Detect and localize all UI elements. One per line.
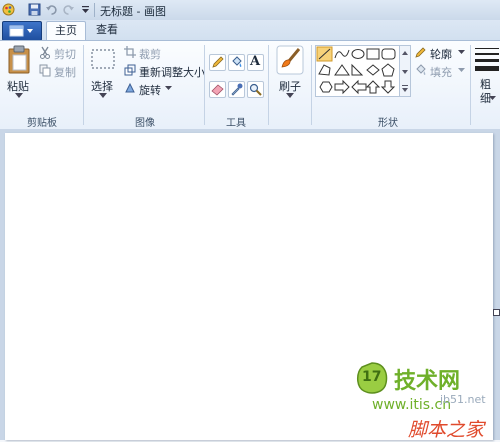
text-button[interactable]: A <box>247 54 264 71</box>
shapes-scroll-arrows-icon <box>402 51 408 92</box>
shapes-gallery <box>315 45 401 97</box>
group-separator <box>268 45 269 125</box>
watermark-partial-text: jb51.net <box>440 393 486 406</box>
titlebar-separator <box>94 3 95 17</box>
fill-label: 填充 <box>430 66 452 79</box>
magnifier-button[interactable] <box>247 81 264 98</box>
app-menu-icon <box>9 25 33 37</box>
ribbon-tab-strip: 主页 查看 <box>0 20 500 41</box>
brushes-label: 刷子 <box>279 80 301 93</box>
brushes-dropdown-arrow-icon <box>286 93 294 98</box>
outline-dropdown-arrow-icon <box>458 50 465 54</box>
fill-dropdown-arrow-icon <box>458 68 465 72</box>
pencil-icon <box>212 56 224 68</box>
undo-icon[interactable] <box>45 3 58 16</box>
customize-quick-access-dropdown-icon[interactable] <box>79 3 92 16</box>
magnifier-icon <box>249 83 262 96</box>
outline-button[interactable]: 轮廓 <box>414 46 466 61</box>
crop-label: 裁剪 <box>139 48 161 61</box>
select-label: 选择 <box>91 80 113 93</box>
eraser-icon <box>211 84 224 96</box>
size-button[interactable]: 粗 细 <box>474 45 500 107</box>
eraser-button[interactable] <box>209 81 226 98</box>
crop-icon <box>124 46 136 58</box>
tab-view[interactable]: 查看 <box>88 21 126 39</box>
select-rectangle-icon <box>91 49 115 69</box>
rotate-icon <box>125 82 135 93</box>
group-separator <box>311 45 312 125</box>
canvas-resize-handle[interactable] <box>493 309 500 316</box>
group-separator <box>83 45 84 125</box>
select-button[interactable]: 选择 <box>88 45 118 103</box>
watermark: 17 技术网 www.itis.cn jb51.net 脚本之家 <box>350 355 500 441</box>
paint-bucket-icon <box>232 56 242 67</box>
redo-icon[interactable] <box>62 3 75 16</box>
resize-icon <box>124 64 136 76</box>
paint-menu-button[interactable] <box>2 21 42 41</box>
rotate-dropdown-arrow-icon <box>165 86 172 90</box>
ribbon: 粘贴 剪切 复制 剪贴板 选择 裁剪 重新调整大小 旋转 图像 A 工具 刷子 … <box>0 40 500 130</box>
clipboard-group-label: 剪贴板 <box>27 118 57 129</box>
copy-button[interactable]: 复制 <box>39 64 77 79</box>
copy-icon <box>39 64 51 77</box>
save-icon[interactable] <box>28 3 41 16</box>
resize-button[interactable]: 重新调整大小 <box>124 64 205 79</box>
shapes-gallery-icons <box>316 46 396 95</box>
resize-label: 重新调整大小 <box>139 66 205 79</box>
outline-label: 轮廓 <box>430 48 452 61</box>
select-dropdown-arrow-icon <box>99 93 107 98</box>
watermark-sub-text: 脚本之家 <box>408 419 485 441</box>
outline-pencil-icon <box>415 47 426 58</box>
pencil-button[interactable] <box>209 54 226 71</box>
cut-label: 剪切 <box>54 48 76 61</box>
paste-label: 粘贴 <box>7 80 29 93</box>
paste-dropdown-arrow-icon <box>15 93 23 98</box>
rotate-button[interactable]: 旋转 <box>124 82 174 97</box>
watermark-brand-text: 技术网 <box>394 369 461 394</box>
group-separator <box>204 45 205 125</box>
eyedropper-icon <box>231 83 243 96</box>
brush-icon <box>276 45 304 75</box>
tools-group-label: 工具 <box>226 118 246 129</box>
paste-button[interactable]: 粘贴 <box>4 45 34 103</box>
tab-home[interactable]: 主页 <box>46 21 86 40</box>
title-bar: 无标题 - 画图 <box>0 0 500 21</box>
fill-bucket-icon <box>416 64 426 75</box>
line-size-icon <box>475 48 499 71</box>
crop-button[interactable]: 裁剪 <box>124 46 174 61</box>
window-title: 无标题 - 画图 <box>100 5 166 18</box>
fill-with-color-button[interactable] <box>228 54 245 71</box>
text-tool-glyph: A <box>250 54 261 69</box>
scissors-icon <box>40 46 50 59</box>
brushes-button[interactable]: 刷子 <box>273 45 307 103</box>
shapes-group-label: 形状 <box>378 118 398 129</box>
copy-label: 复制 <box>54 66 76 79</box>
rotate-label: 旋转 <box>139 84 161 97</box>
fill-button[interactable]: 填充 <box>414 64 466 79</box>
shapes-gallery-scroll[interactable] <box>399 45 411 97</box>
watermark-logo-text: 17 <box>362 369 382 385</box>
group-separator <box>470 45 471 125</box>
size-dropdown-arrow-icon <box>489 96 496 100</box>
cut-button[interactable]: 剪切 <box>39 46 77 61</box>
image-group-label: 图像 <box>135 118 155 129</box>
paint-app-icon <box>2 3 15 16</box>
color-picker-button[interactable] <box>228 81 245 98</box>
paste-clipboard-icon <box>8 45 30 74</box>
